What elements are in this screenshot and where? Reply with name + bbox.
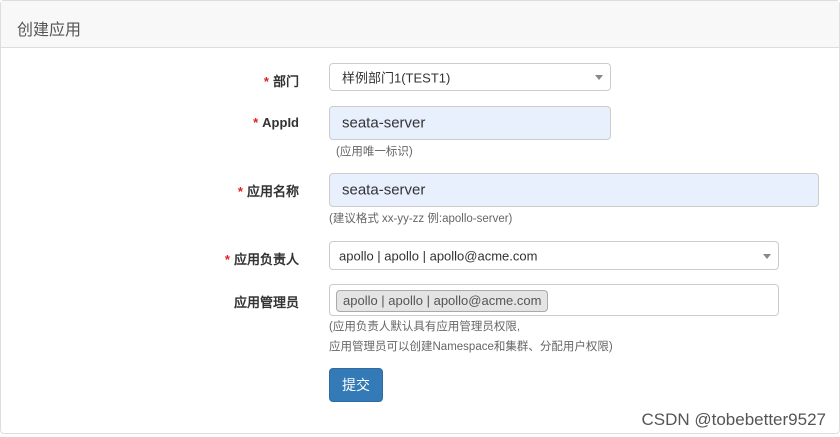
app-name-value: seata-server [342,181,426,199]
watermark-text: CSDN @tobebetter9527 [641,410,826,429]
owner-label-text: 应用负责人 [233,252,299,267]
department-select[interactable]: 样例部门1(TEST1) [329,63,611,91]
app-name-help: (建议格式 xx-yy-zz 例:apollo-server) [329,213,513,225]
chevron-down-icon [595,75,603,80]
owner-select[interactable]: apollo | apollo | apollo@acme.com [329,241,779,270]
department-label: * 部门 [264,71,299,90]
appid-label: * AppId [253,115,299,130]
owner-label: * 应用负责人 [225,249,299,268]
submit-button[interactable]: 提交 [329,368,383,402]
required-mark: * [253,115,259,130]
admin-tag[interactable]: apollo | apollo | apollo@acme.com [336,290,549,312]
owner-value: apollo | apollo | apollo@acme.com [339,248,538,263]
required-mark: * [263,74,269,89]
chevron-down-icon [763,253,771,259]
admins-help-line2: 应用管理员可以创建Namespace和集群、分配用户权限) [329,341,613,353]
app-name-label-text: 应用名称 [246,184,299,199]
appid-label-text: AppId [262,115,299,130]
appid-input[interactable]: seata-server [329,106,611,140]
panel-title: 创建应用 [17,22,82,39]
admins-label: 应用管理员 [233,295,299,310]
required-mark: * [237,184,243,199]
app-name-label: * 应用名称 [238,181,299,200]
required-mark: * [224,252,230,267]
admins-multiselect[interactable]: apollo | apollo | apollo@acme.com [329,284,779,316]
department-label-text: 部门 [272,74,299,89]
admins-help-line1: (应用负责人默认具有应用管理员权限, [329,321,521,333]
appid-value: seata-server [342,114,426,132]
department-value: 样例部门1(TEST1) [342,70,451,86]
appid-help: (应用唯一标识) [336,146,413,158]
app-name-input[interactable]: seata-server [329,173,819,207]
panel-heading: 创建应用 [1,1,839,48]
